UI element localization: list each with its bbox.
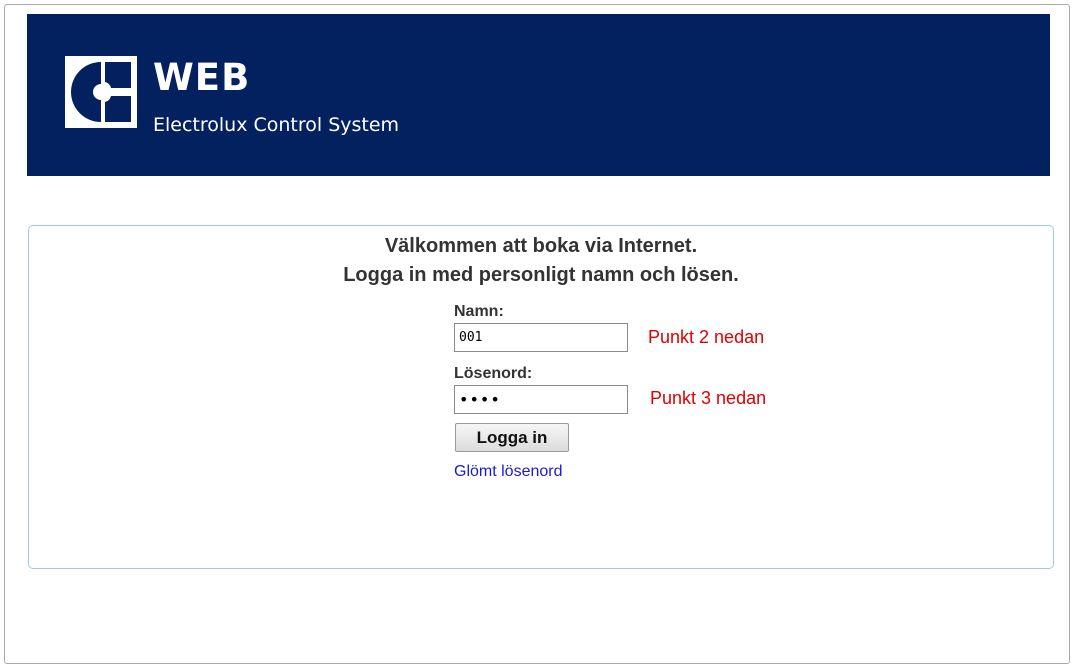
brand-subtitle: Electrolux Control System — [153, 114, 400, 136]
login-instruction: Logga in med personligt namn och lösen. — [343, 264, 739, 286]
password-label: Lösenord: — [454, 365, 533, 382]
name-input[interactable] — [454, 323, 628, 352]
welcome-heading: Välkommen att boka via Internet. — [384, 235, 698, 257]
login-panel: Välkommen att boka via Internet. Logga i… — [28, 225, 1054, 569]
password-input[interactable] — [454, 385, 628, 414]
login-button[interactable]: Logga in — [455, 423, 569, 452]
name-hint: Punkt 2 nedan — [648, 327, 765, 347]
name-label: Namn: — [454, 303, 504, 320]
header-banner: WEB Electrolux Control System — [27, 14, 1050, 176]
password-hint: Punkt 3 nedan — [650, 388, 767, 408]
electrolux-logo-icon — [65, 56, 137, 128]
forgot-password-link[interactable]: Glömt lösenord — [454, 463, 563, 481]
brand-title: WEB — [153, 56, 251, 99]
